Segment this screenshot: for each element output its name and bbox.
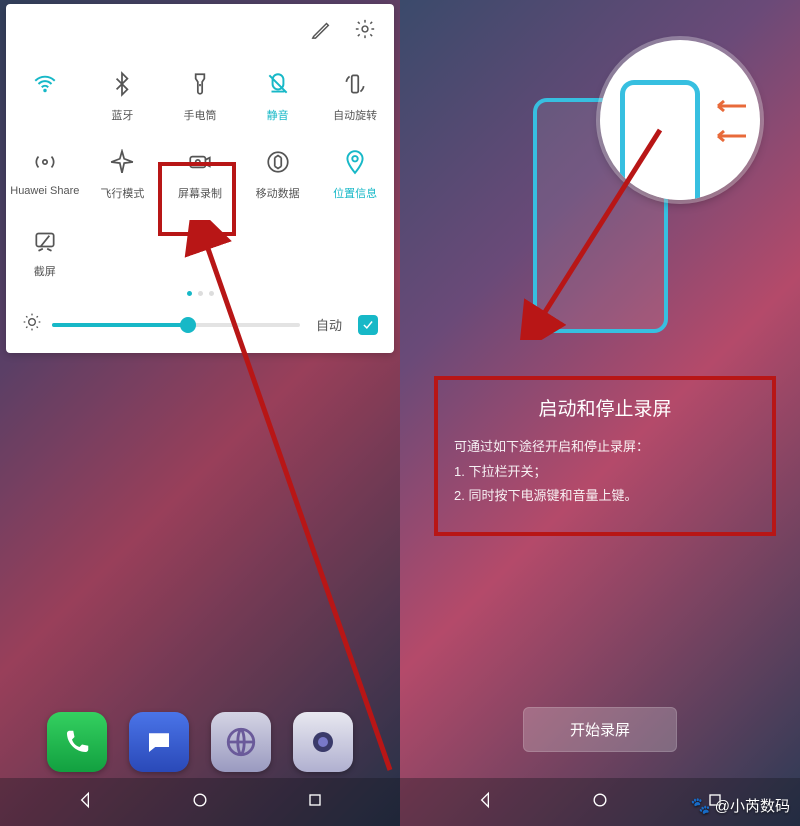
brightness-slider[interactable] (52, 323, 300, 327)
qs-label: 自动旋转 (333, 107, 377, 123)
magnifier-overlay (600, 40, 760, 200)
watermark-text: @小芮数码 (715, 795, 790, 816)
app-dock (0, 712, 400, 772)
qs-label: 静音 (267, 107, 289, 123)
qs-label: Huawei Share (10, 185, 79, 197)
instruction-intro: 可通过如下途径开启和停止录屏： (454, 435, 756, 460)
nav-home[interactable] (570, 782, 630, 823)
qs-screen-record[interactable]: 屏幕录制 (161, 137, 239, 215)
browser-app[interactable] (211, 712, 271, 772)
qs-label: 飞行模式 (100, 185, 144, 201)
messages-app[interactable] (129, 712, 189, 772)
qs-label: 位置信息 (333, 185, 377, 201)
qs-label: 蓝牙 (111, 107, 133, 123)
qs-wifi[interactable] (6, 59, 84, 137)
rotate-icon (340, 69, 370, 99)
nav-back[interactable] (455, 782, 515, 823)
location-icon (340, 147, 370, 177)
mute-icon (263, 69, 293, 99)
navigation-bar (0, 778, 400, 826)
qs-label: 手电筒 (183, 107, 216, 123)
qs-label: 屏幕录制 (178, 185, 222, 201)
huawei-share-icon (30, 147, 60, 177)
instruction-block: 启动和停止录屏 可通过如下途径开启和停止录屏： 1. 下拉栏开关； 2. 同时按… (434, 376, 776, 527)
start-recording-button[interactable]: 开始录屏 (523, 707, 677, 752)
brightness-icon (22, 312, 42, 337)
nav-recent[interactable] (285, 782, 345, 823)
wifi-icon (30, 69, 60, 99)
phone-app[interactable] (47, 712, 107, 772)
qs-rotate[interactable]: 自动旋转 (316, 59, 394, 137)
nav-home[interactable] (170, 782, 230, 823)
screenshot-icon (30, 225, 60, 255)
qs-location[interactable]: 位置信息 (316, 137, 394, 215)
watermark: 🐾 @小芮数码 (691, 795, 790, 816)
auto-brightness-checkbox[interactable] (358, 315, 378, 335)
airplane-icon (107, 147, 137, 177)
qs-label: 截屏 (34, 263, 56, 279)
edit-icon[interactable] (310, 18, 332, 45)
qs-mobile-data[interactable]: 移动数据 (239, 137, 317, 215)
flashlight-icon (185, 69, 215, 99)
quick-settings-grid: 蓝牙 手电筒 静音 自动旋转 Huawei Share 飞行模式 (6, 59, 394, 293)
qs-label: 移动数据 (256, 185, 300, 201)
bluetooth-icon (107, 69, 137, 99)
quick-settings-panel: 蓝牙 手电筒 静音 自动旋转 Huawei Share 飞行模式 (6, 4, 394, 353)
tutorial-illustration (400, 0, 800, 360)
settings-icon[interactable] (354, 18, 376, 45)
qs-screenshot[interactable]: 截屏 (6, 215, 84, 293)
qs-mute[interactable]: 静音 (239, 59, 317, 137)
instruction-step2: 2. 同时按下电源键和音量上键。 (454, 484, 756, 509)
nav-back[interactable] (55, 782, 115, 823)
qs-bluetooth[interactable]: 蓝牙 (84, 59, 162, 137)
camera-app[interactable] (293, 712, 353, 772)
paw-icon: 🐾 (691, 796, 711, 816)
instruction-title: 启动和停止录屏 (454, 394, 756, 421)
mobile-data-icon (263, 147, 293, 177)
qs-huawei-share[interactable]: Huawei Share (6, 137, 84, 215)
qs-airplane[interactable]: 飞行模式 (84, 137, 162, 215)
qs-torch[interactable]: 手电筒 (161, 59, 239, 137)
instruction-step1: 1. 下拉栏开关； (454, 460, 756, 485)
auto-brightness-label: 自动 (316, 315, 342, 334)
screen-record-icon (185, 147, 215, 177)
